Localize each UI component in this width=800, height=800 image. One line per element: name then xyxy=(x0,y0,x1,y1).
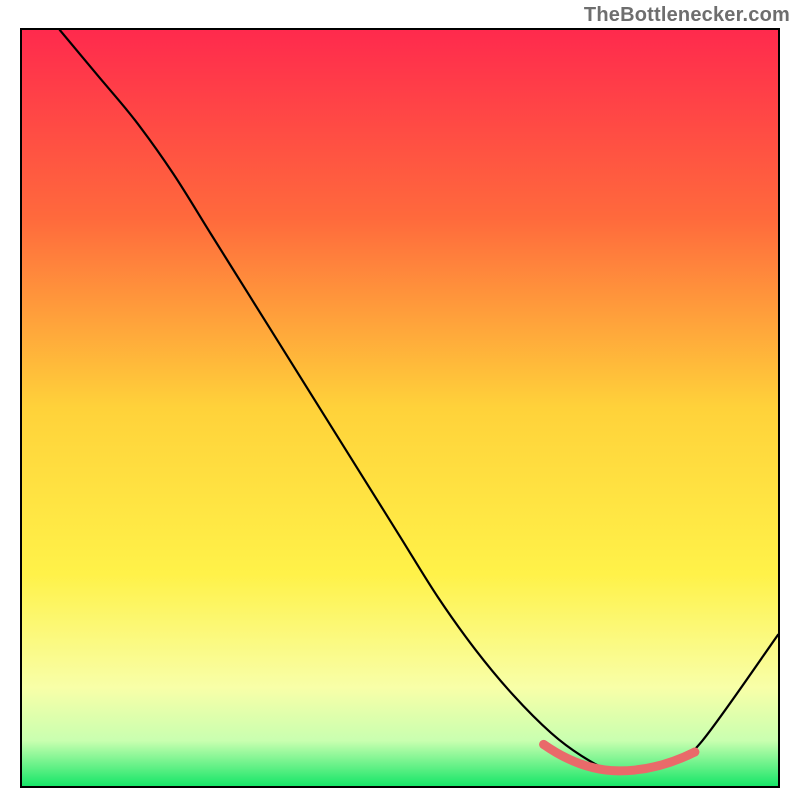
plot-area xyxy=(20,28,780,788)
bottleneck-chart: TheBottlenecker.com xyxy=(0,0,800,800)
chart-svg xyxy=(22,30,778,786)
watermark-text: TheBottlenecker.com xyxy=(584,4,790,27)
gradient-background xyxy=(22,30,778,786)
